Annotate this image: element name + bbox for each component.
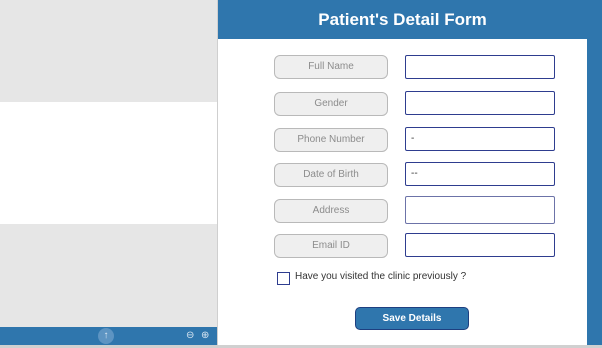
form-title: Patient's Detail Form <box>218 0 587 39</box>
phone-number-label: Phone Number <box>274 128 388 152</box>
visited-clinic-checkbox[interactable] <box>277 272 290 285</box>
canvas-bottom-region <box>0 224 217 327</box>
date-of-birth-field[interactable]: -- <box>405 162 555 186</box>
gender-label: Gender <box>274 92 388 116</box>
canvas-toolbar: ↑ ⊖ ⊕ <box>0 327 217 345</box>
address-field[interactable] <box>405 196 555 224</box>
patient-form-panel: Patient's Detail Form Full Name Gender P… <box>218 0 587 345</box>
canvas-top-region <box>0 0 217 102</box>
right-edge-bar <box>587 0 602 345</box>
full-name-field[interactable] <box>405 55 555 79</box>
gender-field[interactable] <box>405 91 555 115</box>
email-id-field[interactable] <box>405 233 555 257</box>
canvas-middle-region <box>0 102 217 224</box>
save-details-button[interactable]: Save Details <box>355 307 469 330</box>
phone-number-field[interactable]: - <box>405 127 555 151</box>
zoom-in-icon[interactable]: ⊕ <box>201 330 209 342</box>
full-name-label: Full Name <box>274 55 388 79</box>
email-id-label: Email ID <box>274 234 388 258</box>
visited-clinic-label: Have you visited the clinic previously ? <box>295 271 467 282</box>
zoom-out-icon[interactable]: ⊖ <box>186 330 194 342</box>
address-label: Address <box>274 199 388 223</box>
date-of-birth-label: Date of Birth <box>274 163 388 187</box>
upload-arrow-icon[interactable]: ↑ <box>98 328 114 344</box>
